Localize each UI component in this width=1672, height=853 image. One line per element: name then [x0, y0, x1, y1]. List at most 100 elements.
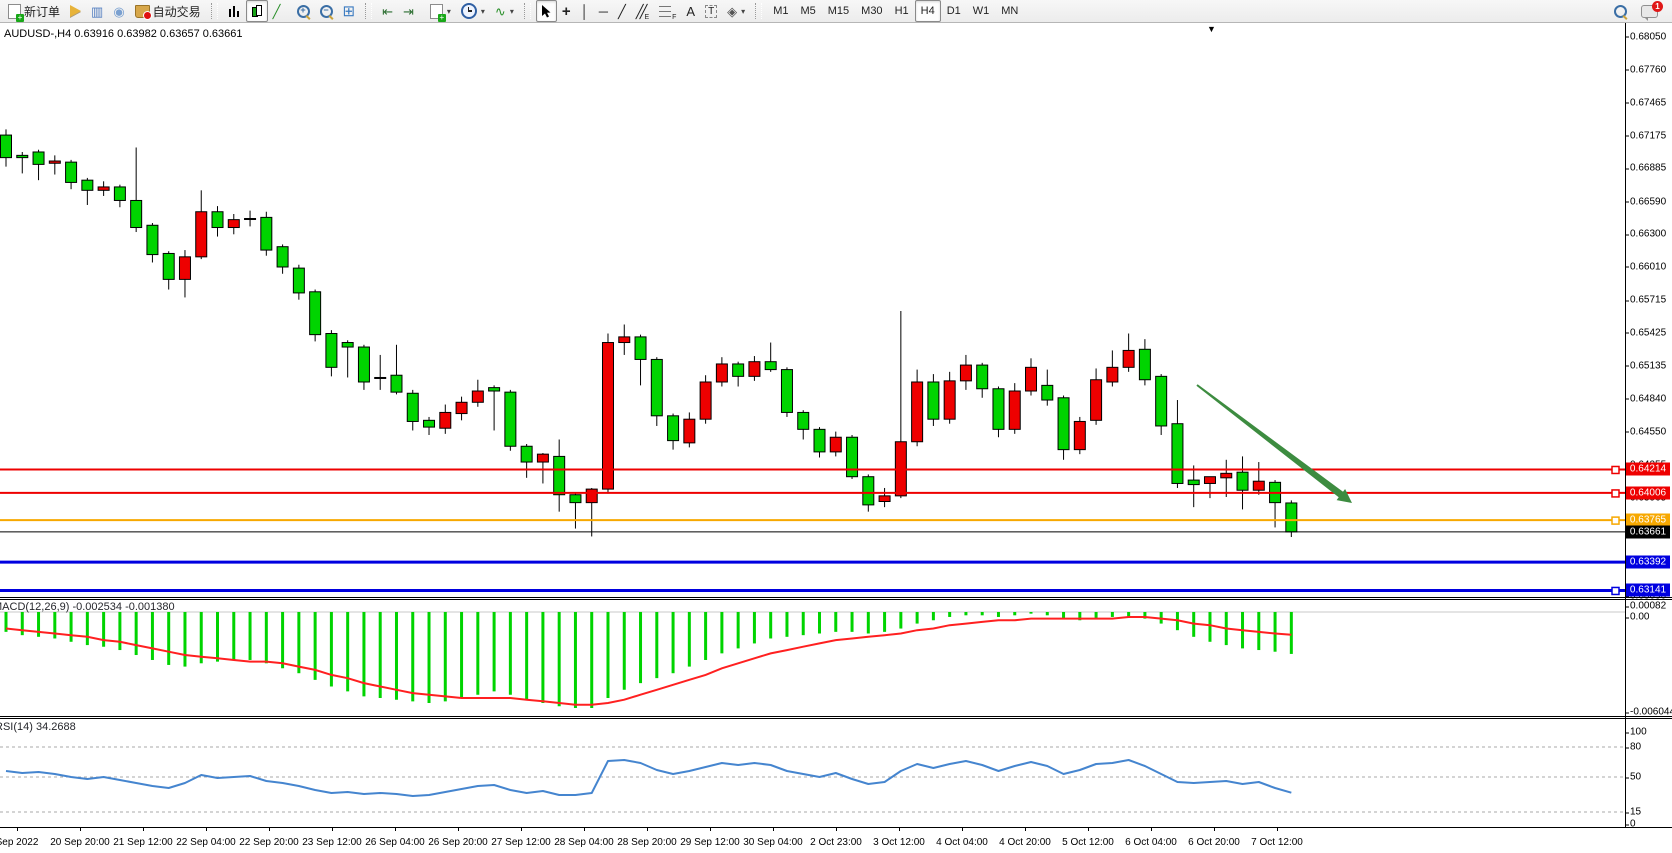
- candle-body: [863, 477, 874, 505]
- time-axis-label: 23 Sep 12:00: [302, 837, 362, 848]
- price-tag: 0.64006: [1626, 486, 1670, 499]
- time-axis-tick: [1277, 828, 1278, 831]
- price-axis-tick: 0.67175: [1630, 130, 1666, 141]
- candle-body: [375, 377, 386, 378]
- time-axis-label: 21 Sep 12:00: [113, 837, 173, 848]
- candle-body: [179, 257, 190, 280]
- candle-body: [342, 343, 353, 348]
- price-axis-tick: 0.66885: [1630, 163, 1666, 174]
- candle-body: [17, 155, 28, 157]
- candle-body: [440, 412, 451, 428]
- candle-body: [1139, 349, 1150, 379]
- time-axis-tick: [1088, 828, 1089, 831]
- time-axis-label: 5 Oct 12:00: [1062, 837, 1114, 848]
- time-axis-label: 29 Sep 12:00: [680, 837, 740, 848]
- time-axis-tick: [962, 828, 963, 831]
- candle-body: [570, 495, 581, 503]
- candle-body: [960, 365, 971, 381]
- time-axis-tick: [395, 828, 396, 831]
- candle-body: [131, 200, 142, 227]
- candle-body: [1009, 391, 1020, 429]
- candle-body: [1074, 421, 1085, 449]
- candle-body: [489, 388, 500, 391]
- candle-body: [521, 446, 532, 462]
- indicator-axis-tick: 80: [1630, 742, 1641, 753]
- indicator-axis-tick: 15: [1630, 807, 1641, 818]
- candle-body: [1156, 376, 1167, 426]
- time-axis-label: 22 Sep 04:00: [176, 837, 236, 848]
- candle-body: [212, 212, 223, 228]
- candle-body: [700, 382, 711, 419]
- time-axis-label: 3 Oct 12:00: [873, 837, 925, 848]
- price-axis-tick: 0.64550: [1630, 426, 1666, 437]
- price-axis-tick: 0.65135: [1630, 360, 1666, 371]
- candle-body: [879, 496, 890, 502]
- candle-body: [49, 161, 60, 163]
- candle-body: [602, 343, 613, 490]
- price-axis-tick: 0.66010: [1630, 261, 1666, 272]
- time-axis-tick: [584, 828, 585, 831]
- time-axis-label: 28 Sep 04:00: [554, 837, 614, 848]
- chart-canvas[interactable]: [0, 0, 1672, 853]
- candle-body: [261, 217, 272, 250]
- price-axis-tick: 0.65715: [1630, 295, 1666, 306]
- candle-body: [944, 381, 955, 419]
- time-axis-tick: [836, 828, 837, 831]
- candle-body: [1286, 503, 1297, 532]
- line-handle: [1612, 517, 1619, 524]
- time-axis-tick: [899, 828, 900, 831]
- price-axis-tick: 0.65425: [1630, 327, 1666, 338]
- candle-body: [1253, 481, 1264, 490]
- candle-body: [635, 337, 646, 360]
- candle-body: [1, 135, 12, 158]
- candle-body: [147, 225, 158, 254]
- candle-body: [716, 364, 727, 382]
- candle-body: [228, 220, 239, 228]
- time-axis-tick: [1151, 828, 1152, 831]
- time-axis-label: 6 Oct 04:00: [1125, 837, 1177, 848]
- candle-body: [798, 412, 809, 429]
- candle-body: [651, 359, 662, 415]
- candle-body: [82, 180, 93, 190]
- time-axis-tick: [1025, 828, 1026, 831]
- line-handle: [1612, 587, 1619, 594]
- candle-body: [586, 489, 597, 503]
- time-axis-tick: [458, 828, 459, 831]
- candle-body: [619, 337, 630, 343]
- indicator-axis-tick: 0.00: [1630, 612, 1649, 623]
- candle-body: [424, 420, 435, 427]
- time-axis-label: 26 Sep 20:00: [428, 837, 488, 848]
- candle-body: [98, 187, 109, 190]
- candle-body: [537, 454, 548, 462]
- chart-shift-marker-icon[interactable]: ▼: [1207, 24, 1216, 34]
- time-axis-label: 6 Oct 20:00: [1188, 837, 1240, 848]
- candle-body: [977, 365, 988, 389]
- candle-body: [847, 437, 858, 476]
- price-tag: 0.63141: [1626, 584, 1670, 597]
- time-axis-tick: [647, 828, 648, 831]
- candle-body: [684, 419, 695, 443]
- price-axis-tick: 0.64840: [1630, 393, 1666, 404]
- time-axis-tick: [206, 828, 207, 831]
- time-axis-label: 30 Sep 04:00: [743, 837, 803, 848]
- price-axis-tick: 0.67760: [1630, 64, 1666, 75]
- time-axis-label: 2 Oct 23:00: [810, 837, 862, 848]
- time-axis-label: 22 Sep 20:00: [239, 837, 299, 848]
- candle-body: [1123, 350, 1134, 367]
- candle-body: [1058, 398, 1069, 450]
- candle-body: [928, 382, 939, 419]
- candle-body: [993, 389, 1004, 430]
- candle-body: [505, 392, 516, 446]
- candle-body: [196, 212, 207, 257]
- time-axis-tick: [773, 828, 774, 831]
- time-axis-label: 26 Sep 04:00: [365, 837, 425, 848]
- time-axis-tick: [710, 828, 711, 831]
- price-tag: 0.64214: [1626, 463, 1670, 476]
- time-axis-label: 4 Oct 20:00: [999, 837, 1051, 848]
- candle-body: [554, 456, 565, 494]
- candle-body: [472, 391, 483, 402]
- time-axis-label: 27 Sep 12:00: [491, 837, 551, 848]
- candle-body: [33, 152, 44, 164]
- line-handle: [1612, 490, 1619, 497]
- candle-body: [830, 437, 841, 452]
